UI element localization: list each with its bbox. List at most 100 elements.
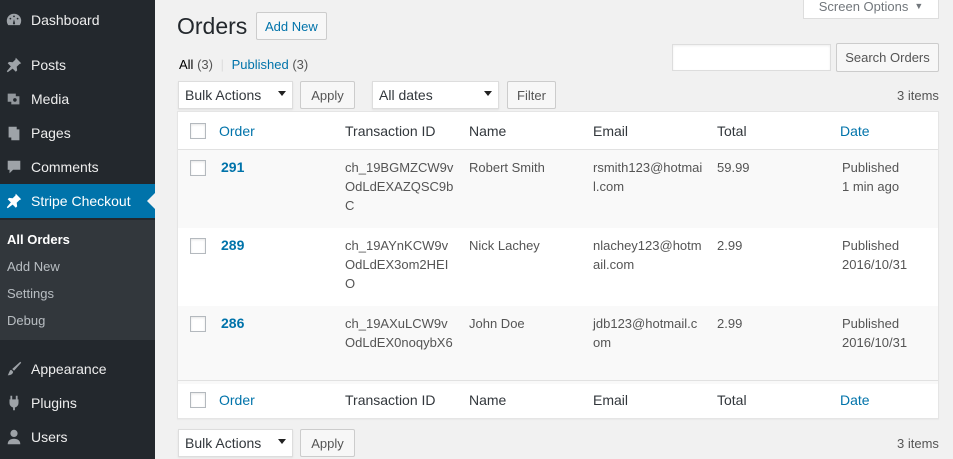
order-link[interactable]: 289 — [221, 236, 244, 255]
filter-published[interactable]: Published — [232, 57, 289, 72]
submenu-all-orders[interactable]: All Orders — [7, 232, 70, 247]
pages-icon — [4, 123, 24, 143]
table-row: 289 ch_19AYnKCW9vOdLdEX3om2HEIO Nick Lac… — [178, 228, 938, 306]
order-date: 2016/10/31 — [842, 257, 908, 272]
order-link[interactable]: 286 — [221, 314, 244, 333]
plugin-icon — [4, 393, 24, 413]
add-new-button[interactable]: Add New — [256, 12, 327, 40]
brush-icon — [4, 359, 24, 379]
column-total-footer: Total — [717, 392, 747, 408]
bulk-actions-select-bottom[interactable]: Bulk Actions — [178, 429, 293, 457]
customer-name: John Doe — [469, 316, 525, 331]
customer-email: jdb123@hotmail.com — [593, 316, 698, 350]
row-checkbox[interactable] — [190, 160, 206, 176]
menu-label: Posts — [31, 57, 67, 73]
column-order[interactable]: Order — [219, 123, 255, 139]
filter-button[interactable]: Filter — [507, 81, 556, 109]
column-total: Total — [717, 123, 747, 139]
column-date[interactable]: Date — [840, 123, 870, 139]
menu-label: Pages — [31, 125, 71, 141]
menu-item-plugins[interactable]: Plugins — [0, 386, 155, 420]
filter-published-count: (3) — [292, 57, 309, 72]
row-checkbox[interactable] — [190, 238, 206, 254]
apply-button-top[interactable]: Apply — [300, 81, 355, 109]
orders-table: Order Transaction ID Name Email Total Da… — [177, 111, 939, 419]
order-status: Published — [842, 238, 900, 253]
menu-item-users[interactable]: Users — [0, 420, 155, 454]
row-checkbox[interactable] — [190, 316, 206, 332]
select-all-checkbox-footer[interactable] — [190, 392, 206, 408]
column-name: Name — [469, 123, 507, 139]
menu-label: Comments — [31, 159, 99, 175]
filter-all[interactable]: All — [179, 57, 193, 72]
submenu-add-new[interactable]: Add New — [7, 259, 60, 274]
menu-label: Media — [31, 91, 70, 107]
menu-label: Plugins — [31, 395, 77, 411]
menu-item-appearance[interactable]: Appearance — [0, 352, 155, 386]
filter-all-count: (3) — [197, 57, 213, 72]
table-footer: Order Transaction ID Name Email Total Da… — [178, 380, 938, 418]
column-transaction-id-footer: Transaction ID — [345, 392, 436, 408]
order-status: Published — [842, 160, 900, 175]
menu-label: Users — [31, 429, 68, 445]
column-order-footer[interactable]: Order — [219, 392, 255, 408]
dashboard-icon — [4, 10, 24, 30]
customer-email: rsmith123@hotmail.com — [593, 160, 703, 194]
menu-item-comments[interactable]: Comments — [0, 150, 155, 184]
pin-icon — [4, 191, 24, 211]
menu-item-media[interactable]: Media — [0, 82, 155, 116]
dropdown-arrow-icon — [484, 91, 492, 96]
submenu-debug[interactable]: Debug — [7, 313, 45, 328]
submenu-settings[interactable]: Settings — [7, 286, 54, 301]
comment-icon — [4, 157, 24, 177]
transaction-id: ch_19AYnKCW9vOdLdEX3om2HEIO — [345, 238, 449, 291]
select-all-checkbox[interactable] — [190, 123, 206, 139]
screen-options-button[interactable]: Screen Options ▼ — [803, 0, 939, 19]
order-total: 59.99 — [717, 160, 750, 175]
pin-icon — [4, 55, 24, 75]
status-filters: All (3) | Published (3) — [179, 57, 308, 72]
customer-name: Nick Lachey — [469, 238, 540, 253]
dropdown-arrow-icon — [278, 91, 286, 96]
transaction-id: ch_19BGMZCW9vOdLdEXAZQSC9bC — [345, 160, 454, 213]
column-email-footer: Email — [593, 392, 629, 408]
dates-value: All dates — [379, 87, 433, 103]
menu-label: Stripe Checkout — [31, 193, 131, 209]
order-total: 2.99 — [717, 316, 743, 331]
items-count-top: 3 items — [897, 88, 939, 103]
column-name-footer: Name — [469, 392, 507, 408]
customer-email: nlachey123@hotmail.com — [593, 238, 702, 272]
menu-item-stripe-checkout[interactable]: Stripe Checkout — [0, 184, 155, 218]
admin-sidebar: Dashboard Posts Media Pages Comments Str… — [0, 0, 155, 459]
items-count-bottom: 3 items — [897, 436, 939, 451]
transaction-id: ch_19AXuLCW9vOdLdEX0noqybX6 — [345, 316, 453, 350]
menu-item-dashboard[interactable]: Dashboard — [0, 3, 155, 37]
order-link[interactable]: 291 — [221, 158, 244, 177]
search-orders-button[interactable]: Search Orders — [836, 43, 939, 72]
search-input[interactable] — [672, 44, 831, 71]
table-header: Order Transaction ID Name Email Total Da… — [178, 112, 938, 150]
media-icon — [4, 89, 24, 109]
bulk-actions-select-top[interactable]: Bulk Actions — [178, 81, 293, 109]
order-total: 2.99 — [717, 238, 743, 253]
table-row: 286 ch_19AXuLCW9vOdLdEX0noqybX6 John Doe… — [178, 306, 938, 384]
user-icon — [4, 427, 24, 447]
filter-separator: | — [220, 57, 224, 72]
order-date: 2016/10/31 — [842, 335, 908, 350]
order-status: Published — [842, 316, 900, 331]
menu-label: Appearance — [31, 361, 107, 377]
menu-item-posts[interactable]: Posts — [0, 48, 155, 82]
apply-button-bottom[interactable]: Apply — [300, 429, 355, 457]
column-date-footer[interactable]: Date — [840, 392, 870, 408]
caret-down-icon: ▼ — [914, 1, 924, 11]
menu-item-pages[interactable]: Pages — [0, 116, 155, 150]
table-row: 291 ch_19BGMZCW9vOdLdEXAZQSC9bC Robert S… — [178, 150, 938, 228]
screen-options-label: Screen Options — [818, 0, 909, 14]
column-email: Email — [593, 123, 629, 139]
order-date: 1 min ago — [842, 179, 900, 194]
column-transaction-id: Transaction ID — [345, 123, 436, 139]
bulk-actions-value: Bulk Actions — [185, 87, 262, 103]
dates-select[interactable]: All dates — [372, 81, 499, 109]
dropdown-arrow-icon — [278, 439, 286, 444]
page-title: Orders — [177, 13, 248, 39]
